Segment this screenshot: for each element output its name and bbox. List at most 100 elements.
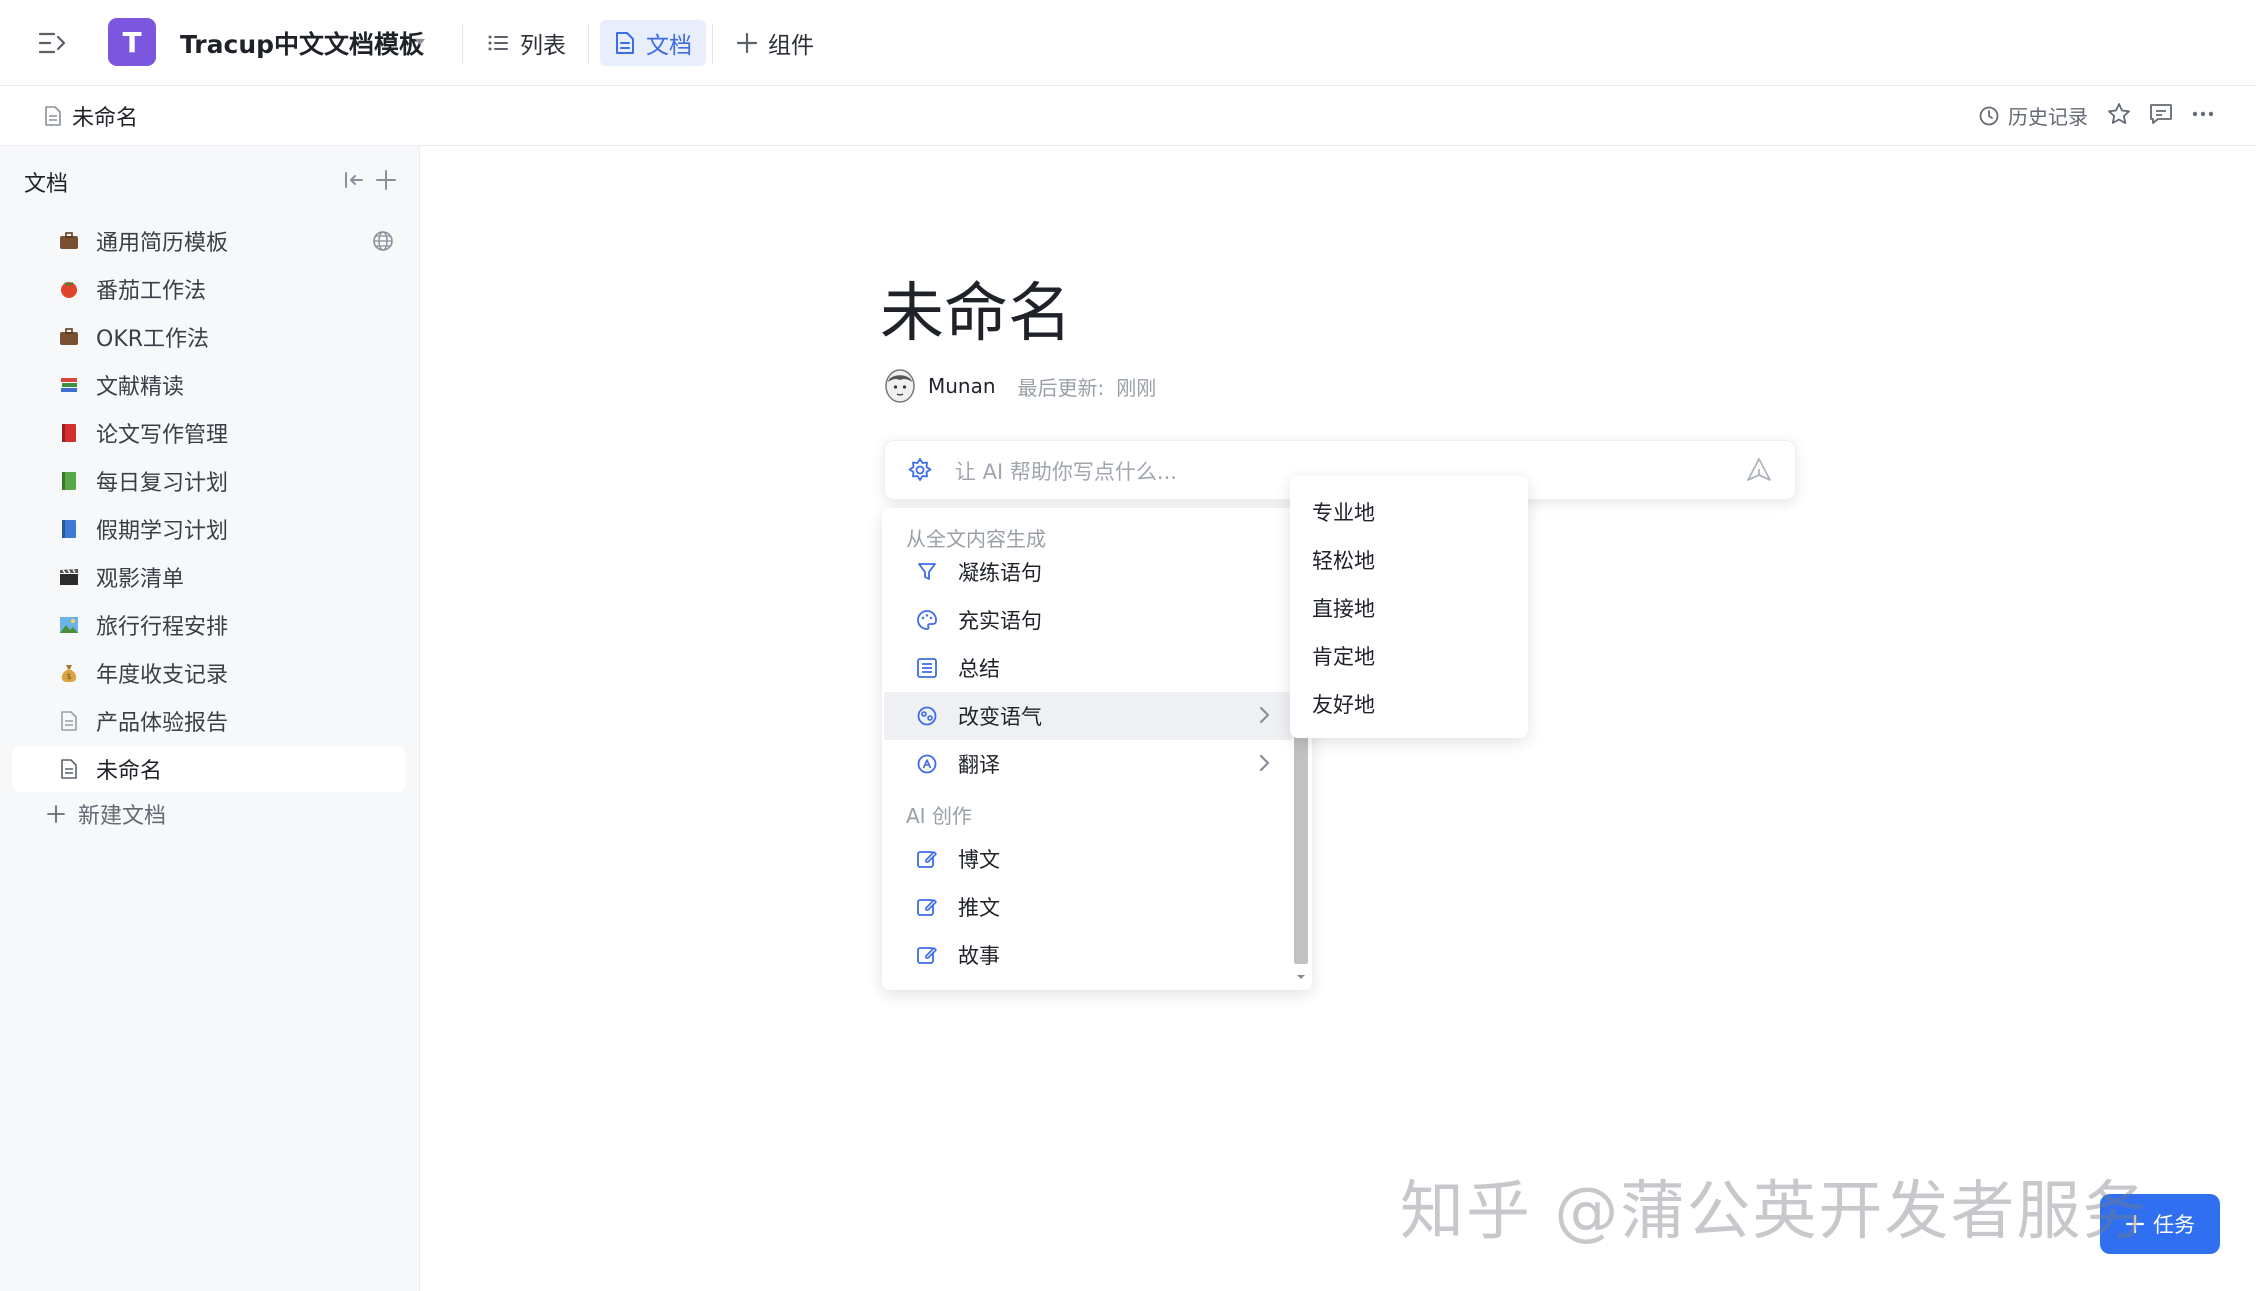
sidebar-item[interactable]: 文献精读 [12,362,406,408]
sidebar-item[interactable]: 番茄工作法 [12,266,406,312]
menu-item-label: 总结 [958,657,1000,681]
menu-group-label: 从全文内容生成 [906,527,1046,551]
tone-option[interactable]: 肯定地 [1312,641,1375,671]
breadcrumb-label: 未命名 [72,106,139,131]
sidebar-item-label: 每日复习计划 [96,471,229,496]
menu-item-label: 凝练语句 [958,561,1042,585]
tab-list[interactable]: 列表 [472,20,580,66]
tone-option[interactable]: 友好地 [1312,689,1375,719]
tone-icon [917,706,937,726]
menu-item-summarize[interactable]: 总结 [884,645,1292,691]
tomato-icon [58,278,80,300]
tab-components-label: 组件 [768,33,814,59]
chevron-right-icon [1259,754,1270,772]
sidebar-item[interactable]: 旅行行程安排 [12,602,406,648]
books-icon [58,374,80,396]
menu-item-translate[interactable]: 翻译 [884,740,1292,788]
menu-item-label: 充实语句 [958,609,1042,633]
menu-item-label: 博文 [958,848,1000,872]
menu-item-change-tone[interactable]: 改变语气 [884,692,1292,740]
tone-option[interactable]: 轻松地 [1312,545,1375,575]
red-book-icon [58,422,80,444]
edit-icon [917,851,937,868]
sidebar-item-label: OKR工作法 [96,327,210,352]
sidebar-item-label: 产品体验报告 [96,711,229,736]
chevron-down-icon[interactable] [415,39,425,45]
sidebar-item[interactable]: 通用简历模板 [12,218,406,264]
sidebar-item[interactable]: 论文写作管理 [12,410,406,456]
sidebar-item[interactable]: OKR工作法 [12,314,406,360]
briefcase-icon [58,230,80,252]
sidebar-item[interactable]: $ 年度收支记录 [12,650,406,696]
breadcrumb[interactable]: 未命名 [44,100,138,132]
translate-icon [917,754,937,774]
sidebar-item-active[interactable]: 未命名 [12,746,406,792]
globe-icon [373,231,393,251]
author-name: Munan [928,374,996,398]
sidebar-item[interactable]: 每日复习计划 [12,458,406,504]
sidebar-item-label: 番茄工作法 [96,279,207,304]
star-icon[interactable] [2106,101,2132,127]
clapper-icon [58,566,80,588]
workspace-logo[interactable]: T [108,18,156,66]
sidebar-item[interactable]: 产品体验报告 [12,698,406,744]
tone-option[interactable]: 专业地 [1312,497,1375,527]
blue-book-icon [58,518,80,540]
list-box-icon [917,658,937,678]
filter-icon [918,563,936,580]
tab-document-label: 文档 [646,33,692,59]
document-title[interactable]: 未命名 [880,262,1072,354]
ai-prompt-placeholder: 让 AI 帮助你写点什么... [955,460,1177,484]
plus-icon [47,805,65,823]
menu-item-expand[interactable]: 充实语句 [884,597,1292,643]
edit-icon [917,899,937,916]
menu-group-label: AI 创作 [906,804,972,828]
updated-label: 最后更新: [1017,375,1105,400]
send-icon[interactable] [1745,456,1773,484]
tab-document[interactable]: 文档 [600,20,706,66]
document-icon [616,32,634,54]
menu-item-tweet[interactable]: 推文 [884,884,1292,930]
svg-text:$: $ [66,672,71,681]
document-header-bar [0,86,2256,146]
menu-item-condense[interactable]: 凝练语句 [884,549,1292,595]
clock-icon [1979,106,1999,125]
tone-option[interactable]: 直接地 [1312,593,1375,623]
document-icon [58,758,80,780]
divider [462,24,463,64]
list-icon [488,35,508,51]
sidebar-item-label: 假期学习计划 [96,519,229,544]
document-icon [45,106,61,126]
new-document-label: 新建文档 [78,804,167,829]
briefcase-icon [58,326,80,348]
add-task-label: 任务 [2153,1213,2195,1237]
more-icon[interactable] [2190,101,2216,127]
workspace-title[interactable]: Tracup中文文档模板 [180,25,424,61]
history-button[interactable]: 历史记录 [1978,101,2088,130]
tab-components[interactable]: 组件 [722,20,828,66]
comment-icon[interactable] [2148,101,2174,127]
collapse-menu-icon[interactable] [38,30,68,56]
menu-item-story[interactable]: 故事 [884,932,1292,978]
sidebar-item-label: 文献精读 [96,375,185,400]
landscape-icon [58,614,80,636]
divider [588,24,589,64]
history-label: 历史记录 [2008,105,2088,129]
sidebar-heading: 文档 [24,172,69,197]
money-bag-icon: $ [58,662,80,684]
top-bar: T Tracup中文文档模板 列表 文档 组件 [0,0,2256,86]
updated-value: 刚刚 [1116,375,1157,400]
sidebar-item-label: 年度收支记录 [96,663,229,688]
menu-item-label: 推文 [958,896,1000,920]
avatar[interactable] [884,368,916,404]
sidebar-item[interactable]: 观影清单 [12,554,406,600]
watermark: 知乎 @蒲公英开发者服务 [1400,1175,2149,1249]
sidebar-item-label: 观影清单 [96,567,185,592]
sidebar-item[interactable]: 假期学习计划 [12,506,406,552]
new-document-button[interactable]: 新建文档 [46,798,166,830]
menu-item-blog[interactable]: 博文 [884,836,1292,882]
divider [712,24,713,64]
document-meta: Munan 最后更新: 刚刚 [884,368,1156,404]
add-document-icon[interactable] [374,168,398,192]
collapse-sidebar-icon[interactable] [342,168,366,192]
